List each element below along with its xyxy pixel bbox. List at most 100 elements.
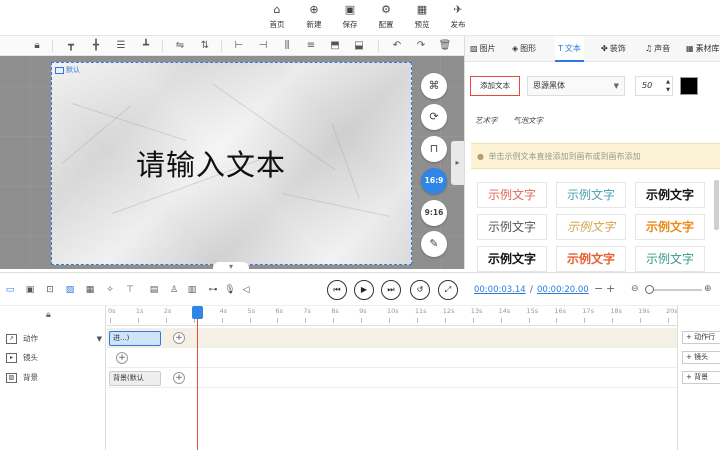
paper-crease bbox=[331, 123, 360, 199]
flip-vertical-icon[interactable]: ⇅ bbox=[198, 39, 212, 53]
stepper-icon[interactable]: ▲ ▼ bbox=[666, 78, 670, 94]
text-color-swatch[interactable] bbox=[680, 77, 698, 95]
sample-text-style-5[interactable]: 示例文字 bbox=[556, 214, 626, 240]
distribute-h-icon[interactable]: ⫼ bbox=[280, 39, 294, 53]
camera-track-icon[interactable]: ▭ bbox=[4, 284, 16, 296]
undo-icon[interactable]: ↶ bbox=[390, 39, 404, 53]
replay-icon: ↺ bbox=[416, 285, 424, 294]
sample-text-style-3[interactable]: 示例文字 bbox=[635, 182, 705, 208]
zoom-out-icon[interactable]: ⊖ bbox=[631, 284, 639, 294]
font-size-input[interactable]: 50 ▲ ▼ bbox=[635, 76, 673, 96]
layer-up-icon[interactable]: ⬒ bbox=[328, 39, 342, 53]
preview-button[interactable]: ▦ 预览 bbox=[405, 2, 439, 34]
fullscreen-button[interactable]: ⤢ bbox=[438, 280, 458, 300]
config-button[interactable]: ⚙ 配置 bbox=[369, 2, 403, 34]
subtab-bubble-text[interactable]: 气泡文字 bbox=[513, 115, 543, 126]
chevron-down-icon[interactable]: ▼ bbox=[97, 330, 102, 348]
chart-icon[interactable]: ▥ bbox=[186, 284, 198, 296]
prev-button[interactable]: ⏮︎ bbox=[327, 280, 347, 300]
current-time[interactable]: 00:00:03.14 bbox=[474, 285, 526, 295]
stage-canvas[interactable]: 默认 请输入文本 bbox=[51, 62, 412, 265]
delete-icon[interactable]: 🗑︎ bbox=[438, 39, 452, 53]
sample-text-style-4[interactable]: 示例文字 bbox=[477, 214, 547, 240]
rotate-button[interactable]: ⟳ bbox=[421, 104, 447, 130]
total-time[interactable]: 00:00:20.00 bbox=[537, 285, 589, 295]
microphone-icon[interactable]: 🎙︎ bbox=[224, 284, 236, 296]
flip-horizontal-icon[interactable]: ⇋ bbox=[173, 39, 187, 53]
tab-library[interactable]: ▦ 素材库 bbox=[686, 36, 720, 62]
add-action-button[interactable]: + bbox=[173, 332, 185, 344]
lock-icon[interactable]: 🔒︎ bbox=[46, 310, 51, 320]
aspect-16-9-button[interactable]: 16:9 bbox=[421, 168, 447, 194]
add-background-track-button[interactable]: + 背景 bbox=[682, 371, 720, 384]
crop-icon[interactable]: ⊡ bbox=[44, 284, 56, 296]
recorder-icon[interactable]: ⊶ bbox=[207, 284, 219, 296]
action-clip[interactable]: 进...) bbox=[109, 331, 161, 346]
sample-text-style-2[interactable]: 示例文字 bbox=[556, 182, 626, 208]
tab-text[interactable]: T 文本 bbox=[555, 36, 584, 62]
track-label-action[interactable]: ↗ 动作 ▼ bbox=[6, 330, 106, 348]
background-icon[interactable]: ▨ bbox=[64, 284, 76, 296]
publish-button[interactable]: ✈ 发布 bbox=[441, 2, 475, 34]
text-track-icon[interactable]: ⊤ bbox=[124, 284, 136, 296]
camera-button[interactable]: ⌘ bbox=[421, 73, 447, 99]
background-clip[interactable]: 背景(默认 bbox=[109, 371, 161, 386]
mosaic-icon[interactable]: ▦ bbox=[84, 284, 96, 296]
increase-duration-button[interactable]: + bbox=[606, 282, 615, 295]
image-track-icon[interactable]: ▣ bbox=[24, 284, 36, 296]
sample-text-style-7[interactable]: 示例文字 bbox=[477, 246, 547, 272]
align-top-icon[interactable]: ┳ bbox=[64, 39, 78, 53]
next-button[interactable]: ⏭︎ bbox=[381, 280, 401, 300]
sample-text-style-9[interactable]: 示例文字 bbox=[635, 246, 705, 272]
playhead-handle[interactable] bbox=[192, 306, 203, 319]
ruler-tick bbox=[137, 318, 139, 323]
panel-scrollbar[interactable] bbox=[714, 180, 719, 230]
tab-sound[interactable]: ♫ 声音 bbox=[645, 36, 670, 62]
volume-icon[interactable]: ◁ bbox=[240, 284, 252, 296]
add-camera-track-button[interactable]: + 镜头 bbox=[682, 351, 720, 364]
decrease-duration-button[interactable]: − bbox=[594, 282, 603, 295]
edit-button[interactable]: ✎ bbox=[421, 231, 447, 257]
track-label-camera[interactable]: ▸ 镜头 bbox=[6, 349, 106, 367]
photo-icon[interactable]: ▤ bbox=[148, 284, 160, 296]
play-icon: ▶ bbox=[360, 285, 368, 294]
align-center-icon[interactable]: ☰ bbox=[114, 39, 128, 53]
distribute-v-icon[interactable]: ≡ bbox=[304, 39, 318, 53]
align-middle-icon[interactable]: ╋ bbox=[89, 39, 103, 53]
track-label-background[interactable]: ▨ 背景 bbox=[6, 369, 106, 387]
canvas-text-element[interactable]: 请输入文本 bbox=[136, 142, 286, 184]
add-camera-button[interactable]: + bbox=[116, 352, 128, 364]
layer-down-icon[interactable]: ⬓ bbox=[352, 39, 366, 53]
tab-shape[interactable]: ◈ 图形 bbox=[512, 36, 536, 62]
tab-image[interactable]: ▨ 图片 bbox=[470, 36, 496, 62]
subtab-art-text[interactable]: 艺术字 bbox=[475, 115, 498, 126]
play-button[interactable]: ▶ bbox=[354, 280, 374, 300]
tab-decoration[interactable]: ✤ 装饰 bbox=[601, 36, 626, 62]
person-icon[interactable]: ♙ bbox=[168, 284, 180, 296]
panel-collapse-toggle[interactable]: ▸ bbox=[451, 141, 464, 185]
zoom-slider-handle[interactable] bbox=[645, 285, 654, 294]
sample-text-style-1[interactable]: 示例文字 bbox=[477, 182, 547, 208]
sample-text-style-8[interactable]: 示例文字 bbox=[556, 246, 626, 272]
add-text-button[interactable]: 添加文本 bbox=[470, 76, 520, 96]
replay-button[interactable]: ↺ bbox=[410, 280, 430, 300]
collapse-canvas-toggle[interactable]: ▾ bbox=[213, 262, 249, 272]
sample-text-style-6[interactable]: 示例文字 bbox=[635, 214, 705, 240]
zoom-slider[interactable] bbox=[647, 289, 702, 291]
font-family-select[interactable]: 思源黑体 ▼ bbox=[527, 76, 625, 96]
home-button[interactable]: ⌂ 首页 bbox=[260, 2, 294, 34]
align-bottom-icon[interactable]: ┻ bbox=[139, 39, 153, 53]
new-button[interactable]: ⊕ 新建 bbox=[297, 2, 331, 34]
save-button[interactable]: ▣ 保存 bbox=[333, 2, 367, 34]
add-background-button[interactable]: + bbox=[173, 372, 185, 384]
redo-icon[interactable]: ↷ bbox=[414, 39, 428, 53]
lock-icon[interactable]: 🔒︎ bbox=[30, 39, 44, 53]
track-header-column: 🔒︎ ↗ 动作 ▼ ▸ 镜头 ▨ 背景 bbox=[0, 306, 106, 450]
align-right-icon[interactable]: ⊣ bbox=[256, 39, 270, 53]
aspect-9-16-button[interactable]: 9:16 bbox=[421, 200, 447, 226]
lock-canvas-button[interactable]: ⊓ bbox=[421, 136, 447, 162]
align-left-icon[interactable]: ⊢ bbox=[232, 39, 246, 53]
zoom-in-icon[interactable]: ⊕ bbox=[704, 284, 712, 294]
add-action-track-button[interactable]: + 动作行 bbox=[682, 331, 720, 344]
effect-icon[interactable]: ✧ bbox=[104, 284, 116, 296]
